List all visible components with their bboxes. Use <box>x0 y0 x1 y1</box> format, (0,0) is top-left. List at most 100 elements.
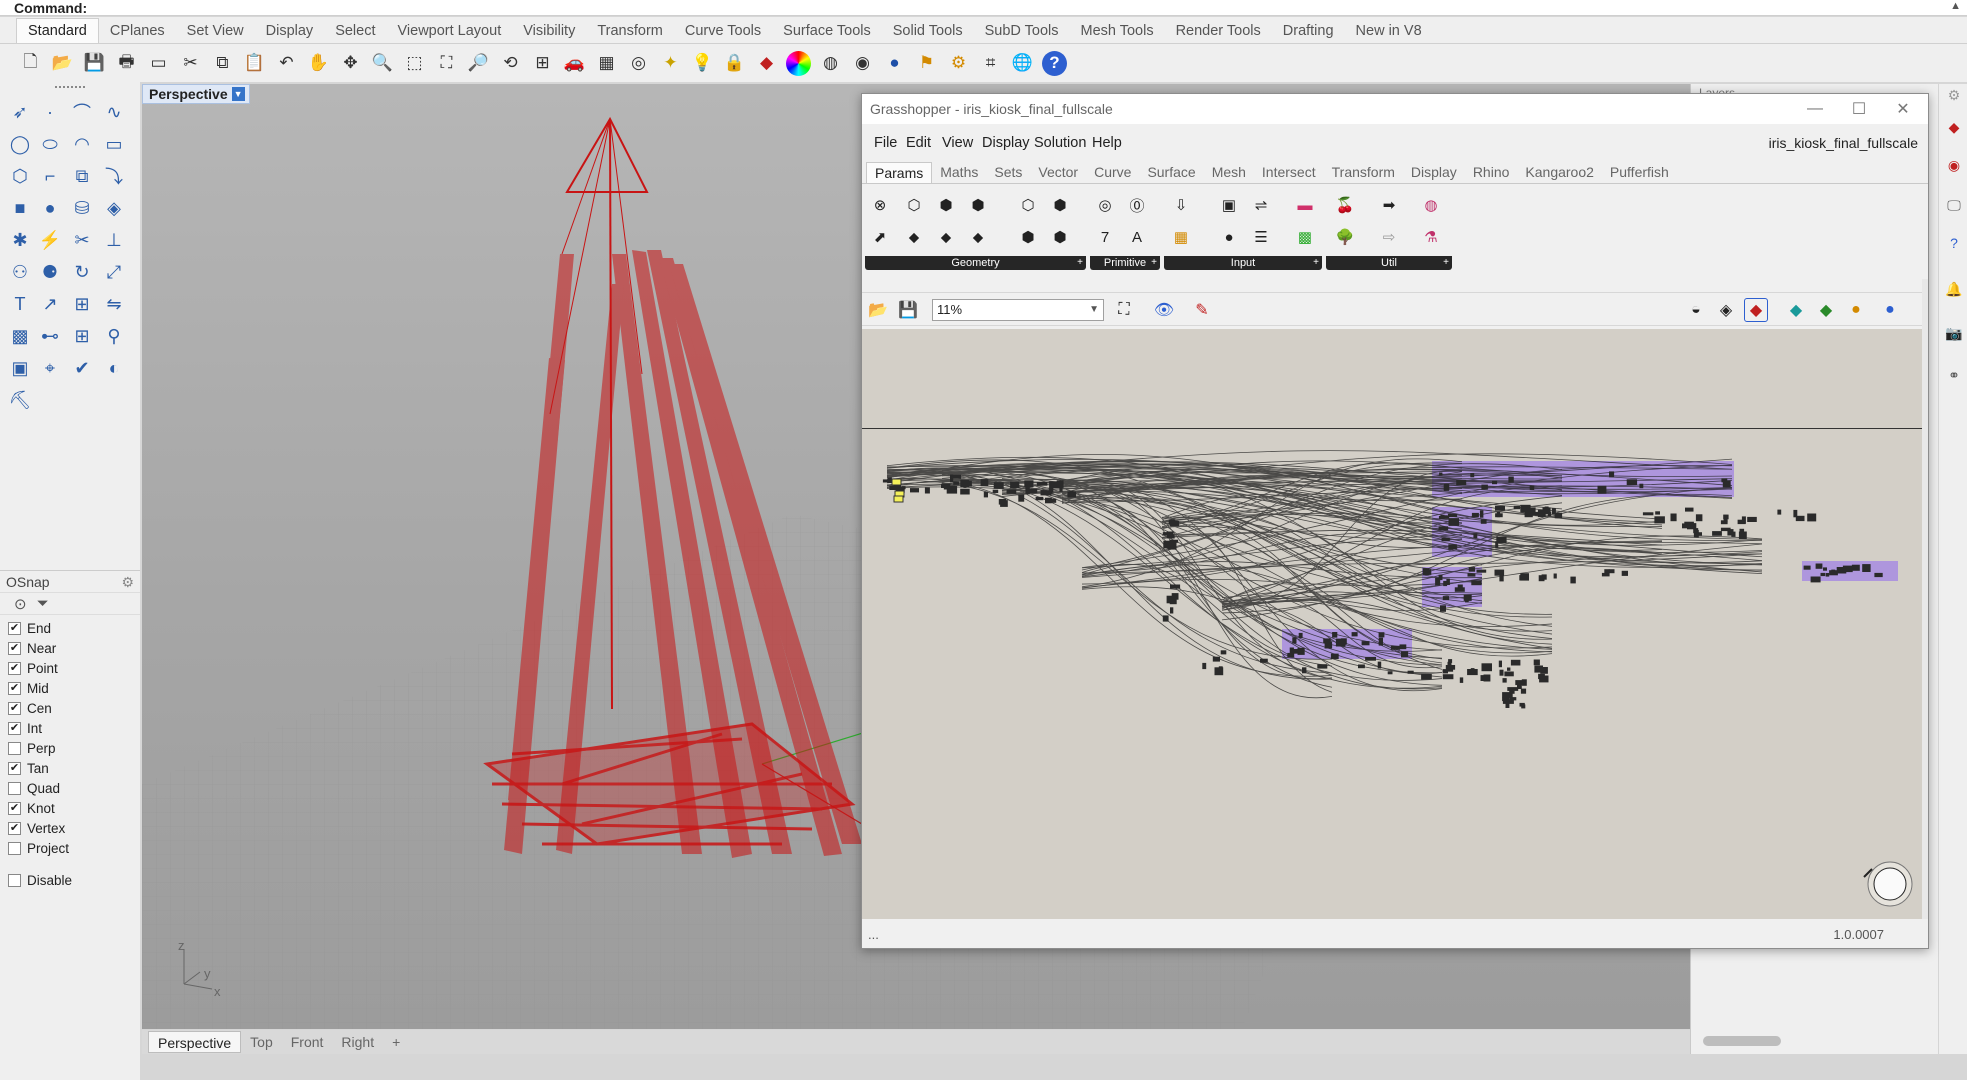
graph-node[interactable] <box>1510 659 1521 666</box>
undo-icon[interactable]: ↶ <box>274 51 299 76</box>
graph-node[interactable] <box>1202 662 1207 670</box>
osnap-disable-checkbox[interactable] <box>8 873 21 887</box>
graph-node[interactable] <box>941 483 951 488</box>
maximize-icon[interactable]: ☐ <box>1844 97 1874 121</box>
gh-tab-pufferfish[interactable]: Pufferfish <box>1602 162 1677 183</box>
graph-node[interactable] <box>910 488 919 493</box>
viewport-title[interactable]: Perspective ▼ <box>142 84 250 104</box>
car-icon[interactable]: 🚗 <box>562 51 587 76</box>
zoom-icon[interactable]: 🔍 <box>370 51 395 76</box>
line-param-icon[interactable]: ⬥ <box>901 224 927 250</box>
graph-node[interactable] <box>1510 690 1515 694</box>
graph-node[interactable] <box>1520 573 1529 581</box>
four-viewports-icon[interactable]: ⊞ <box>530 51 555 76</box>
graph-node[interactable] <box>1521 679 1527 686</box>
geometry-param-icon[interactable]: ⊗ <box>867 192 893 218</box>
tree-icon[interactable]: 🌳 <box>1332 224 1358 250</box>
grasshopper-canvas[interactable] <box>862 329 1922 919</box>
osnap-checkbox[interactable]: ✔ <box>8 821 21 835</box>
group-param-icon[interactable]: ⬢ <box>1047 224 1073 250</box>
graph-node[interactable] <box>1820 572 1826 577</box>
text-param-icon[interactable]: A <box>1124 224 1150 250</box>
graph-node[interactable] <box>1170 584 1181 589</box>
graph-node[interactable] <box>1448 659 1453 663</box>
properties-icon[interactable]: ▭ <box>146 51 171 76</box>
blend-icon[interactable]: ⤵ <box>100 162 128 190</box>
graph-node[interactable] <box>953 481 960 485</box>
graph-node[interactable] <box>1507 687 1519 691</box>
color-wheel-icon[interactable] <box>786 50 811 76</box>
graph-node[interactable] <box>1534 665 1543 673</box>
graph-node[interactable] <box>1443 580 1448 587</box>
osnap-item-perp[interactable]: Perp <box>0 738 140 758</box>
graph-node[interactable] <box>960 488 970 495</box>
graph-node[interactable] <box>1554 512 1563 519</box>
render-tool-icon[interactable]: ◐ <box>100 354 128 382</box>
menu-edit[interactable]: Edit <box>906 135 931 151</box>
rendered-sphere-icon[interactable]: ● <box>882 51 907 76</box>
grid-snap-icon[interactable]: ✦ <box>658 51 683 76</box>
graph-node[interactable] <box>1035 496 1044 501</box>
graph-node[interactable] <box>1024 480 1034 488</box>
menu-file[interactable]: File <box>874 135 897 151</box>
graph-node[interactable] <box>1851 564 1860 571</box>
graph-node[interactable] <box>1471 512 1479 518</box>
graph-node[interactable] <box>1378 632 1385 638</box>
graph-node[interactable] <box>1214 667 1224 676</box>
graph-node[interactable] <box>1597 485 1607 494</box>
graph-node[interactable] <box>1340 638 1347 645</box>
graph-node[interactable] <box>1010 481 1020 489</box>
graph-node[interactable] <box>1538 575 1545 582</box>
copy-icon[interactable]: ⧉ <box>210 51 235 76</box>
scale-icon[interactable]: ⤢ <box>100 258 128 286</box>
arc-icon[interactable]: ◠ <box>68 130 96 158</box>
viewport-tab-right[interactable]: Right <box>332 1031 383 1053</box>
graph-node[interactable] <box>950 474 954 483</box>
brep-param-icon[interactable]: ⬢ <box>933 192 959 218</box>
osnap-target-icon[interactable]: ⊙ <box>14 595 27 613</box>
viewport-tab-perspective[interactable]: Perspective <box>148 1031 242 1053</box>
graph-node[interactable] <box>1777 509 1782 515</box>
open-document-icon[interactable]: 📂 <box>866 298 890 322</box>
ribbon-tab-mesh-tools[interactable]: Mesh Tools <box>1070 19 1165 43</box>
navigation-compass[interactable] <box>1863 861 1913 907</box>
graph-node[interactable] <box>1018 494 1025 502</box>
graph-node[interactable] <box>1639 483 1644 489</box>
graph-node[interactable] <box>1040 490 1052 496</box>
graph-node[interactable] <box>1626 479 1638 485</box>
read-file-icon[interactable]: ⇩ <box>1168 192 1194 218</box>
graph-node[interactable] <box>1006 489 1017 494</box>
graph-node[interactable] <box>1302 667 1307 674</box>
graph-node[interactable] <box>1448 544 1457 550</box>
graph-node[interactable] <box>983 491 988 498</box>
graph-node[interactable] <box>1609 471 1615 478</box>
array-icon[interactable]: ⊞ <box>68 290 96 318</box>
ribbon-tab-subd-tools[interactable]: SubD Tools <box>974 19 1070 43</box>
ribbon-tab-cplanes[interactable]: CPlanes <box>99 19 176 43</box>
boolean-toggle-icon[interactable]: ⇌ <box>1248 192 1274 218</box>
graph-node[interactable] <box>1862 564 1871 572</box>
viewport-menu-dropdown-icon[interactable]: ▼ <box>231 87 245 101</box>
osnap-checkbox[interactable]: ✔ <box>8 761 21 775</box>
gh-tab-rhino[interactable]: Rhino <box>1465 162 1518 183</box>
graph-node[interactable] <box>1685 507 1694 512</box>
graph-node[interactable] <box>1459 677 1464 683</box>
ribbon-tab-set-view[interactable]: Set View <box>176 19 255 43</box>
button-input-icon[interactable]: ▣ <box>1216 192 1242 218</box>
graph-node[interactable] <box>1351 632 1358 637</box>
osnap-checkbox[interactable] <box>8 741 21 755</box>
graph-node[interactable] <box>993 482 1004 489</box>
gh-tab-kangaroo2[interactable]: Kangaroo2 <box>1517 162 1602 183</box>
graph-node[interactable] <box>1502 678 1507 683</box>
graph-node[interactable] <box>1495 505 1505 511</box>
boolean-param-icon[interactable]: ◎ <box>1092 192 1118 218</box>
graph-node[interactable] <box>1727 529 1734 536</box>
gh-tab-mesh[interactable]: Mesh <box>1204 162 1254 183</box>
graph-node[interactable] <box>1815 563 1823 569</box>
graph-node[interactable] <box>1807 513 1817 522</box>
mesh-param-icon[interactable]: ⬡ <box>1015 192 1041 218</box>
graph-node[interactable] <box>1166 595 1176 604</box>
osnap-checkbox[interactable]: ✔ <box>8 641 21 655</box>
graph-node[interactable] <box>1519 702 1525 707</box>
preview-wire-icon[interactable]: ◈ <box>1714 298 1738 322</box>
